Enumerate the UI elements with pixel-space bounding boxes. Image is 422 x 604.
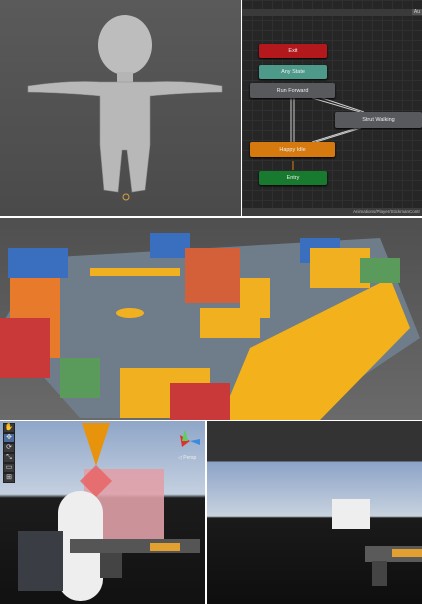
scene-objects xyxy=(18,423,200,601)
game-objects xyxy=(332,499,422,586)
controller-path: Animations/Player/StickmanContr xyxy=(242,208,422,216)
state-strut-walking[interactable]: Strut Walking xyxy=(335,112,422,128)
state-entry[interactable]: Entry xyxy=(259,171,327,185)
level-scene-view[interactable] xyxy=(0,218,422,420)
state-run-forward[interactable]: Run Forward xyxy=(250,83,335,98)
animator-panel[interactable]: Au Exit Any State Run Forward Strut Walk… xyxy=(242,0,422,216)
model-viewport[interactable] xyxy=(0,0,241,216)
perspective-label[interactable]: ◁ Persp xyxy=(178,455,196,461)
stickman-model xyxy=(27,15,223,201)
scene-view[interactable]: ✋ ✥ ⟳ ⤡ ▭ ⊞ ◁ Persp xyxy=(0,421,205,604)
state-happy-idle[interactable]: Happy Idle xyxy=(250,142,335,157)
state-exit[interactable]: Exit xyxy=(259,44,327,58)
state-any-state[interactable]: Any State xyxy=(259,65,327,79)
game-view[interactable] xyxy=(207,421,422,604)
level-geometry xyxy=(0,233,420,420)
